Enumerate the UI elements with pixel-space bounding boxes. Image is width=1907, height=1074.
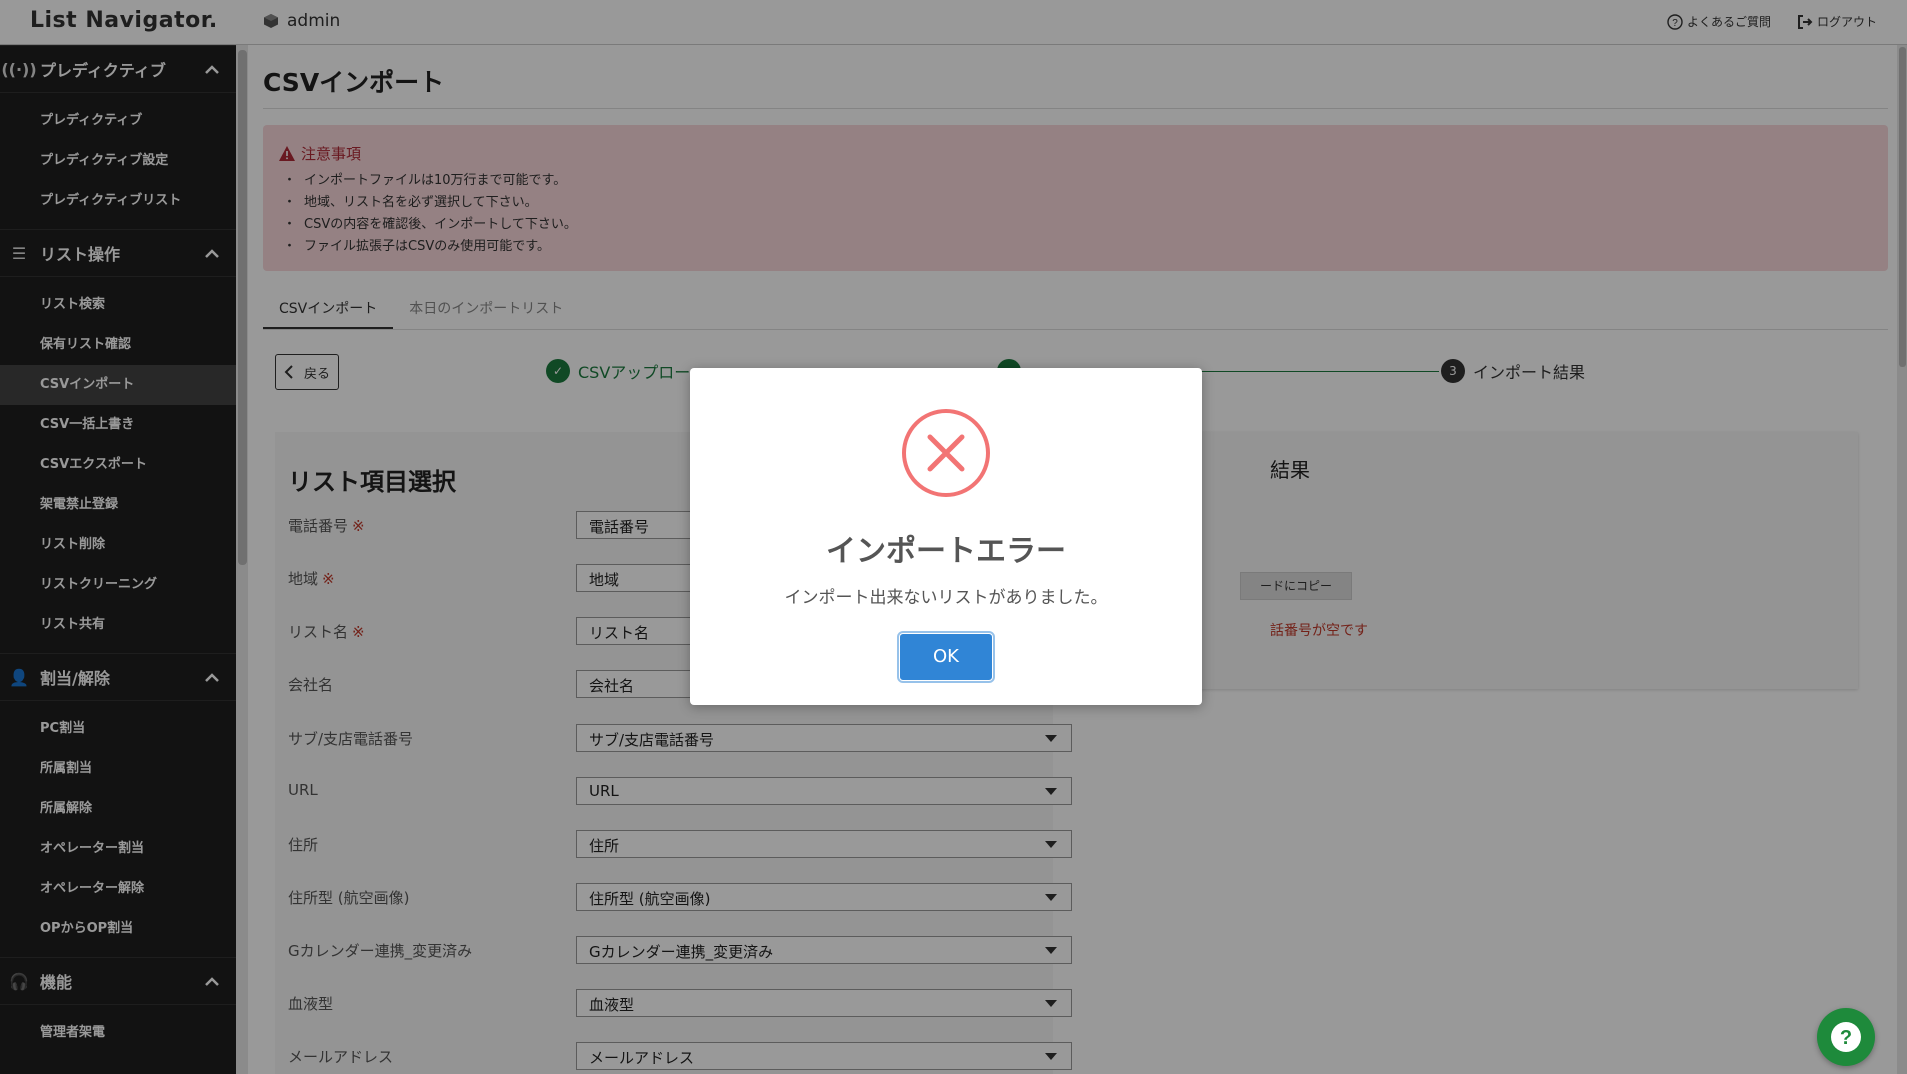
dialog-message: インポート出来ないリストがありました。 bbox=[784, 588, 1108, 608]
question-circle-icon: ? bbox=[1831, 1022, 1861, 1052]
help-button[interactable]: ? bbox=[1817, 1008, 1875, 1066]
error-x-icon bbox=[902, 409, 990, 497]
error-dialog: インポートエラー インポート出来ないリストがありました。 OK bbox=[690, 368, 1202, 705]
svg-text:?: ? bbox=[1840, 1027, 1852, 1049]
dialog-title: インポートエラー bbox=[826, 534, 1066, 569]
ok-button[interactable]: OK bbox=[897, 631, 995, 683]
